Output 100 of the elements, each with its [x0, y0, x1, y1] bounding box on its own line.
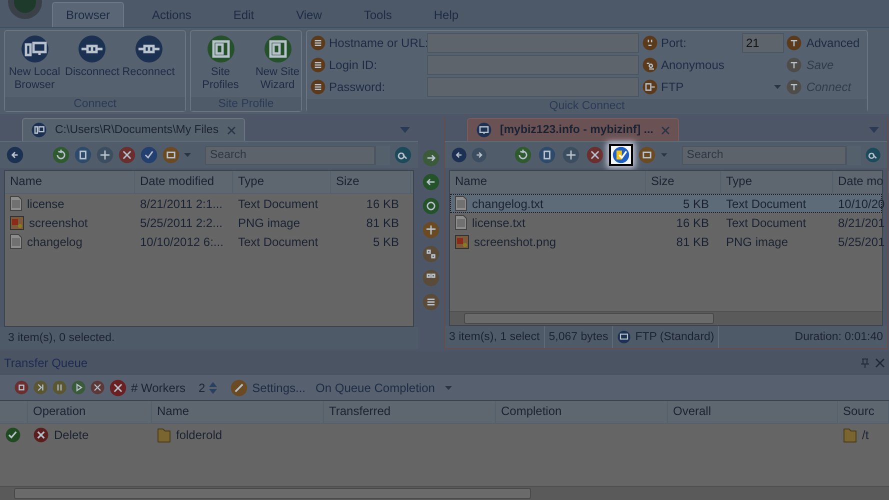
- new-folder-icon[interactable]: [74, 146, 92, 164]
- grid-icon[interactable]: [422, 269, 440, 287]
- action-button[interactable]: Advanced: [786, 35, 860, 51]
- folder-icon: [157, 427, 171, 443]
- table-cell: /t: [862, 428, 869, 442]
- search-icon[interactable]: [394, 146, 412, 164]
- status-text: 5,067 bytes: [548, 331, 608, 343]
- file-row[interactable]: changelog.txt 5 KB Text Document 10/10/20: [450, 194, 882, 213]
- status-text: FTP (Standard): [635, 331, 714, 343]
- column-header[interactable]: Size: [646, 171, 721, 193]
- protocol-dropdown[interactable]: FTP: [661, 80, 781, 94]
- delete-icon[interactable]: [118, 146, 136, 164]
- table-cell: 10/10/2012 6:...: [140, 234, 224, 248]
- status-text: Duration: 0:01:40: [794, 331, 883, 343]
- disconnect-icon: [76, 34, 106, 64]
- table-cell: 81 KB: [366, 216, 399, 230]
- table-cell: license: [27, 196, 64, 210]
- delete-all-icon[interactable]: [109, 378, 127, 396]
- search-icon[interactable]: [864, 146, 881, 164]
- table-cell: 5 KB: [682, 196, 709, 210]
- column-header[interactable]: Date modified: [135, 171, 233, 193]
- exit-door-icon: [642, 79, 658, 95]
- table-cell: Delete: [54, 428, 89, 442]
- file-row[interactable]: changelog 10/10/2012 6:... Text Document 5 KB: [5, 232, 413, 251]
- text-file-icon: [10, 234, 22, 249]
- grid-icon[interactable]: [422, 245, 440, 263]
- sync-icon[interactable]: [422, 197, 440, 215]
- table-cell: changelog.txt: [472, 196, 544, 210]
- table-cell: 10/10/20: [838, 196, 885, 210]
- text-file-icon: [10, 196, 22, 211]
- folder-icon: [843, 427, 857, 443]
- ribbon-button[interactable]: Disconnect: [64, 34, 119, 97]
- table-cell: changelog: [27, 234, 82, 248]
- queue-completion-dropdown[interactable]: On Queue Completion: [316, 380, 452, 394]
- list-icon[interactable]: [422, 293, 440, 311]
- refresh-icon[interactable]: [52, 146, 70, 164]
- image-file-icon: [10, 216, 24, 230]
- list-icon: [310, 35, 326, 51]
- table-cell: 5/25/201: [838, 234, 885, 248]
- file-row[interactable]: screenshot 5/25/2011 2:2... PNG image 81 KB: [5, 213, 413, 232]
- image-file-icon: [455, 234, 469, 248]
- text-file-icon: [455, 196, 467, 211]
- horizontal-scrollbar[interactable]: [450, 311, 882, 325]
- pause-icon[interactable]: [52, 380, 67, 395]
- ribbon-button[interactable]: New Local Browser: [7, 34, 62, 97]
- table-cell: Text Document: [726, 216, 806, 230]
- checkmark-icon[interactable]: [140, 146, 158, 164]
- ribbon-tab[interactable]: Browser: [52, 2, 124, 27]
- file-row[interactable]: license.txt 16 KB Text Document 8/21/201: [450, 213, 882, 232]
- rename-icon[interactable]: [96, 146, 114, 164]
- remote-tab[interactable]: [mybiz123.info - mybizinf] ...: [467, 118, 680, 141]
- table-cell: 8/21/2011 2:1...: [140, 196, 223, 210]
- ribbon-button[interactable]: Reconnect: [121, 34, 176, 97]
- column-header[interactable]: Transferred: [324, 401, 496, 423]
- field-label: Password:: [329, 80, 386, 94]
- ribbon-button[interactable]: New Site Wizard: [250, 34, 305, 97]
- column-header[interactable]: Name: [450, 171, 646, 193]
- column-header[interactable]: Type: [233, 171, 331, 193]
- queue-row[interactable]: Delete folderold /t: [0, 424, 889, 446]
- toolbar-button[interactable]: [609, 144, 634, 166]
- local-tab[interactable]: C:\Users\R\Documents\My Files: [22, 118, 245, 141]
- status-text: 3 item(s), 1 select: [449, 331, 540, 343]
- document-icon: [206, 34, 236, 64]
- caret-icon: [444, 386, 452, 390]
- file-row[interactable]: screenshot.png 81 KB PNG image 5/25/201: [450, 232, 882, 251]
- column-header[interactable]: Overall: [668, 401, 838, 423]
- delete-icon[interactable]: [90, 380, 105, 395]
- table-cell: 81 KB: [676, 234, 709, 248]
- horizontal-scrollbar[interactable]: [0, 486, 889, 500]
- wrench-icon: [230, 378, 248, 396]
- table-cell: Text Document: [726, 196, 806, 210]
- outlet-icon: [642, 35, 658, 51]
- play-icon[interactable]: [71, 380, 86, 395]
- column-header[interactable]: Completion: [496, 401, 668, 423]
- table-cell: Text Document: [238, 196, 318, 210]
- table-cell: license.txt: [472, 216, 526, 230]
- table-cell: PNG image: [238, 216, 300, 230]
- skip-icon[interactable]: [33, 380, 48, 395]
- workers-spinner[interactable]: 2: [195, 380, 220, 394]
- column-header[interactable]: Type: [721, 171, 833, 193]
- workers-label: # Workers: [131, 380, 186, 394]
- column-header[interactable]: Size: [331, 171, 411, 193]
- column-header[interactable]: Name: [152, 401, 324, 423]
- stop-icon[interactable]: [14, 380, 29, 395]
- settings-button[interactable]: Settings...: [230, 378, 306, 396]
- table-cell: 5 KB: [372, 234, 399, 248]
- computer-icon: [476, 122, 492, 138]
- column-header[interactable]: Operation: [28, 401, 152, 423]
- computer-icon: [31, 122, 47, 138]
- expand-icon[interactable]: [162, 146, 180, 164]
- table-cell: Text Document: [238, 234, 318, 248]
- ribbon-button[interactable]: Site Profiles: [193, 34, 248, 97]
- anonymous-button[interactable]: Anonymous: [661, 58, 724, 72]
- column-header[interactable]: Sourc: [838, 401, 889, 423]
- column-header[interactable]: Name: [5, 171, 135, 193]
- table-cell: screenshot.png: [474, 234, 556, 248]
- file-row[interactable]: license 8/21/2011 2:1... Text Document 16 KB: [5, 194, 413, 213]
- port-field[interactable]: 21: [742, 33, 784, 53]
- table-cell: 5/25/2011 2:2...: [140, 216, 223, 230]
- column-header[interactable]: Date mo: [833, 171, 889, 193]
